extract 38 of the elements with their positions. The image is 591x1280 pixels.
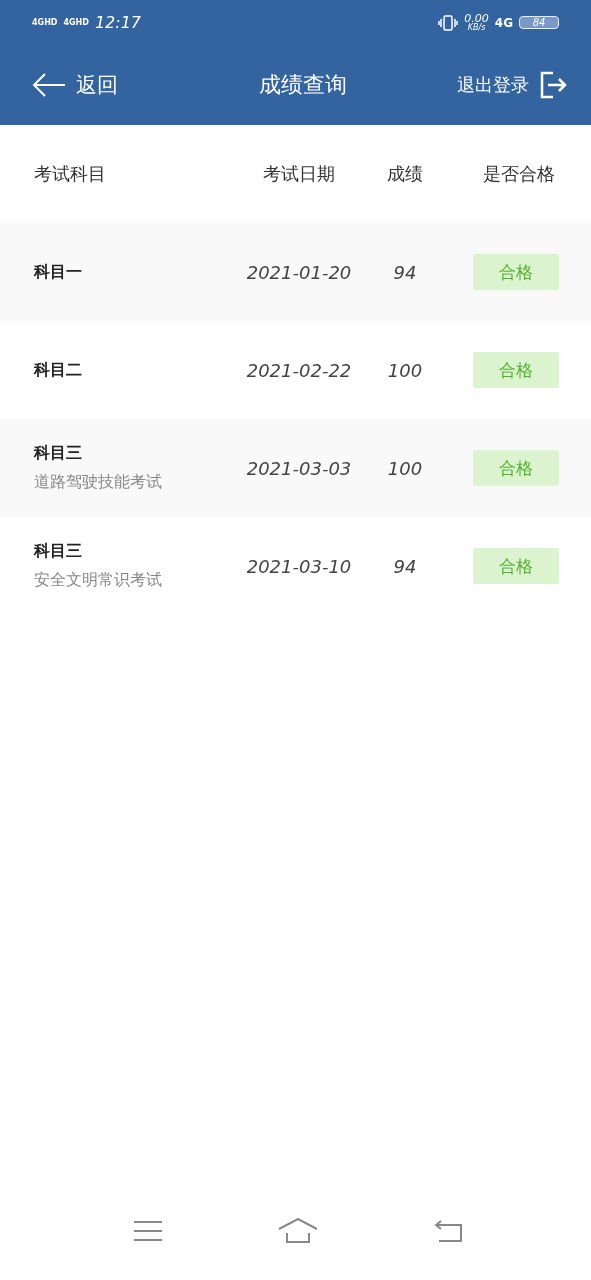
battery-level: 84	[519, 16, 559, 29]
result-badge: 合格	[473, 254, 559, 290]
subject-name: 科目三	[34, 541, 83, 562]
signal-label: 4GHD	[32, 18, 58, 27]
score: 94	[392, 555, 418, 577]
subject-name: 科目二	[34, 359, 83, 381]
exam-date: 2021-02-22	[245, 359, 353, 381]
result-badge: 合格	[473, 352, 559, 388]
column-header: 考试科目	[34, 162, 107, 186]
column-header: 考试日期	[262, 162, 336, 186]
speed-unit: KB/s	[467, 24, 486, 32]
signal-label: 4GHD	[63, 18, 89, 27]
vibrate-icon	[438, 14, 459, 31]
subject-name: 科目三	[34, 443, 83, 464]
menu-icon[interactable]	[134, 1220, 162, 1242]
left-arrow-icon	[32, 72, 66, 98]
score: 94	[392, 261, 418, 283]
logout-icon	[539, 71, 567, 99]
column-header: 成绩	[386, 162, 424, 186]
subject-detail: 道路驾驶技能考试	[34, 472, 163, 493]
subject-detail: 安全文明常识考试	[34, 570, 163, 591]
back-button[interactable]: 返回	[32, 71, 118, 99]
exam-date: 2021-03-03	[245, 457, 353, 479]
result-badge: 合格	[473, 548, 559, 584]
clock: 12:17	[94, 13, 142, 32]
score: 100	[386, 359, 424, 381]
subject-name: 科目一	[34, 261, 83, 283]
exam-date: 2021-03-10	[245, 555, 353, 577]
speed-value: 0.00	[464, 13, 489, 24]
page-title: 成绩查询	[258, 71, 347, 99]
column-header: 是否合格	[481, 162, 556, 186]
home-icon[interactable]	[277, 1218, 318, 1244]
logout-button[interactable]: 退出登录	[457, 71, 567, 99]
score: 100	[386, 457, 424, 479]
exam-date: 2021-01-20	[245, 261, 353, 283]
result-badge: 合格	[473, 450, 559, 486]
back-icon[interactable]	[433, 1219, 463, 1243]
network-label: 4G	[494, 15, 513, 30]
